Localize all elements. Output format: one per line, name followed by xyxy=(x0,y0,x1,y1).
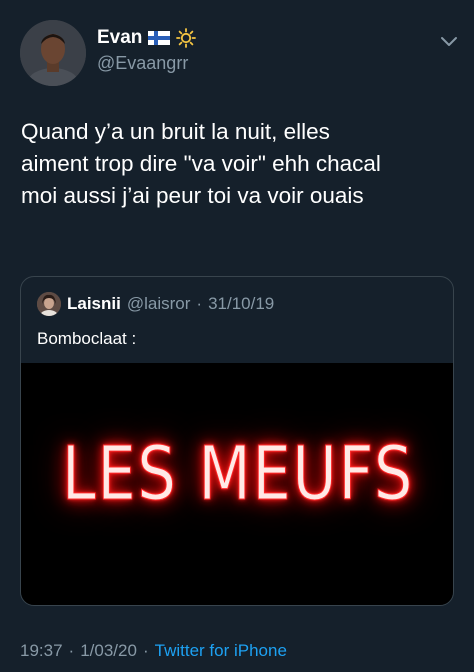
quoted-tweet-text: Bomboclaat : xyxy=(37,329,137,348)
quoted-author-avatar[interactable] xyxy=(37,292,61,316)
quoted-tweet[interactable]: Laisnii @laisror · 31/10/19 Bomboclaat :… xyxy=(20,276,454,606)
quoted-meta-separator: · xyxy=(196,294,203,313)
tweet-text-line: aiment trop dire "va voir" ehh chacal xyxy=(21,151,381,176)
finland-flag-icon xyxy=(148,31,171,45)
tweet-time: 19:37 xyxy=(20,641,63,660)
quoted-media-image[interactable]: LES MEUFS xyxy=(21,363,453,605)
quoted-author-handle[interactable]: @laisror xyxy=(127,294,191,314)
tweet-date: 1/03/20 xyxy=(80,641,137,660)
author-name-row: Evan xyxy=(97,27,197,49)
tweet-text-line: Quand y’a un bruit la nuit, elles xyxy=(21,119,330,144)
author-avatar[interactable] xyxy=(20,20,86,86)
footer-separator: · xyxy=(68,641,75,660)
author-name[interactable]: Evan xyxy=(97,27,142,49)
chevron-down-icon[interactable] xyxy=(438,32,460,50)
tweet-footer: 19:37 · 1/03/20 · Twitter for iPhone xyxy=(20,640,287,662)
footer-separator: · xyxy=(142,641,149,660)
neon-sign-text: LES MEUFS xyxy=(61,431,415,518)
tweet: Evan @Evaangrr Quand y’a un bruit la nui xyxy=(0,0,474,672)
tweet-text: Quand y’a un bruit la nuit, elles aiment… xyxy=(21,116,461,212)
quoted-tweet-header: Laisnii @laisror · 31/10/19 xyxy=(37,292,275,316)
quoted-date: 31/10/19 xyxy=(208,294,275,313)
sun-icon xyxy=(176,28,197,48)
tweet-source-link[interactable]: Twitter for iPhone xyxy=(155,641,287,661)
author-handle[interactable]: @Evaangrr xyxy=(97,53,188,74)
tweet-text-line: moi aussi j’ai peur toi va voir ouais xyxy=(21,183,364,208)
quoted-author-name[interactable]: Laisnii xyxy=(67,294,121,314)
